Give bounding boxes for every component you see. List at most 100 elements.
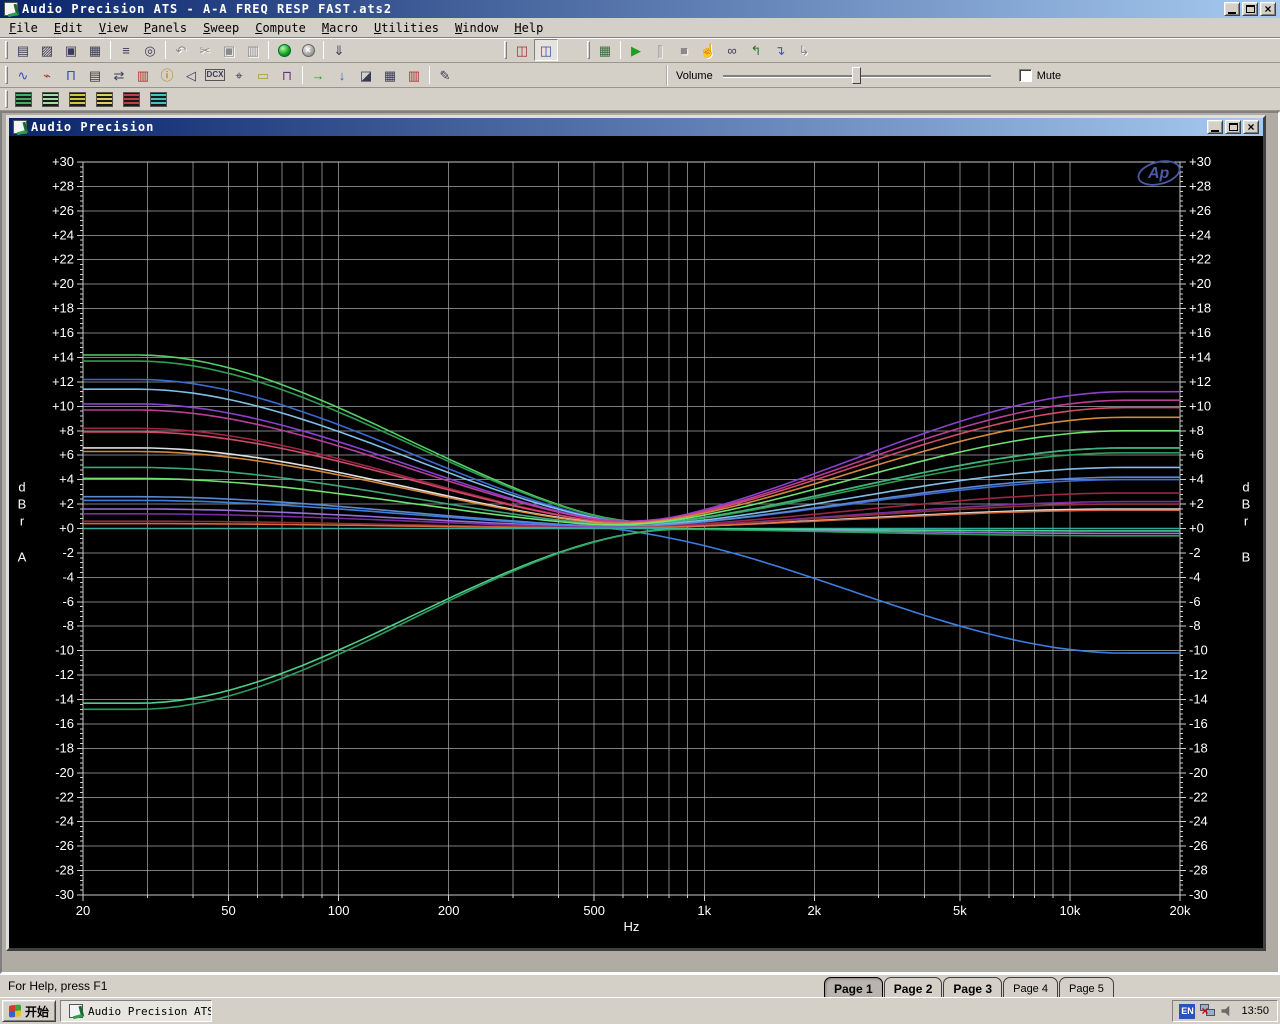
cut-button[interactable]: ✂	[193, 39, 217, 61]
maximize-icon[interactable]	[1242, 2, 1258, 16]
print-preview-button[interactable]: ◎	[138, 39, 162, 61]
y-tick-label-right: -4	[1189, 569, 1201, 584]
switcher-button[interactable]: ⌖	[227, 64, 251, 86]
regulate-1-button[interactable]: ↰	[744, 39, 768, 61]
menu-panels[interactable]: Panels	[137, 19, 194, 37]
menu-compute[interactable]: Compute	[248, 19, 313, 37]
workspace-5-button[interactable]	[119, 88, 143, 110]
graph-display-button[interactable]: ◪	[354, 64, 378, 86]
y-tick-label-right: +0	[1189, 521, 1204, 536]
network-offline-icon[interactable]: ×	[1200, 1004, 1216, 1018]
settling-button[interactable]: ▥	[131, 64, 155, 86]
stop-button[interactable]: ×	[296, 39, 320, 61]
y-tick-label-left: -6	[62, 594, 74, 609]
export-button[interactable]: ⇓	[327, 39, 351, 61]
y-tick-label-right: -30	[1189, 887, 1208, 902]
tab-page-3[interactable]: Page 3	[943, 977, 1003, 997]
speaker-monitor-button[interactable]: ◁	[179, 64, 203, 86]
paste-icon: ▥	[246, 42, 260, 58]
analog-generator-button[interactable]: ∿	[11, 64, 35, 86]
inner-titlebar[interactable]: Audio Precision ×	[9, 118, 1263, 136]
new-button[interactable]: ▤	[11, 39, 35, 61]
menu-help[interactable]: Help	[507, 19, 550, 37]
monitor-b-button[interactable]: ◫	[534, 39, 558, 61]
append-arrow-button[interactable]: ↓	[330, 64, 354, 86]
toolbar-gripper[interactable]	[5, 66, 8, 84]
data-editor-button[interactable]: ▦	[378, 64, 402, 86]
y-tick-label-right: -12	[1189, 667, 1208, 682]
analyzer-button[interactable]: ▤	[83, 64, 107, 86]
save-button[interactable]: ▣	[59, 39, 83, 61]
copy-button[interactable]: ▣	[217, 39, 241, 61]
dcx-panel-button[interactable]: DCX	[203, 64, 227, 86]
mute-label: Mute	[1036, 69, 1062, 82]
bar-graph-button[interactable]: ▥	[402, 64, 426, 86]
monitors-glasses-button[interactable]: ∞	[720, 39, 744, 61]
tab-page-1[interactable]: Page 1	[824, 977, 883, 997]
menu-view[interactable]: View	[92, 19, 135, 37]
paste-button[interactable]: ▥	[241, 39, 265, 61]
menu-edit[interactable]: Edit	[47, 19, 90, 37]
digital-analyzer-button[interactable]: ⊓	[275, 64, 299, 86]
menubar: File Edit View Panels Sweep Compute Macro Utili…	[0, 18, 1280, 38]
y-tick-label-right: +28	[1189, 178, 1211, 193]
pan-hand-button[interactable]: ☝	[696, 39, 720, 61]
menu-window[interactable]: Window	[448, 19, 505, 37]
language-indicator[interactable]: EN	[1179, 1003, 1196, 1019]
inner-minimize-icon[interactable]	[1207, 120, 1223, 134]
start-button[interactable]	[272, 39, 296, 61]
menu-utilities[interactable]: Utilities	[367, 19, 446, 37]
workspace-2-button[interactable]	[38, 88, 62, 110]
taskbar-task-button[interactable]: Audio Precision ATS...	[60, 1000, 213, 1022]
sweep-panel-button[interactable]: ▭	[251, 64, 275, 86]
regulate-2-button[interactable]: ↴	[768, 39, 792, 61]
tab-page-2[interactable]: Page 2	[883, 977, 943, 997]
y-tick-label-right: -16	[1189, 716, 1208, 731]
save-all-button[interactable]: ▦	[83, 39, 107, 61]
minimize-icon[interactable]	[1224, 2, 1240, 16]
regulate-3-button[interactable]: ↳	[792, 39, 816, 61]
undo-button[interactable]: ↶	[169, 39, 193, 61]
toolbar-gripper[interactable]	[587, 41, 590, 59]
workspace-4-button[interactable]	[92, 88, 116, 110]
sweep-stop-button[interactable]: ■	[672, 39, 696, 61]
menu-file[interactable]: File	[2, 19, 45, 37]
toolbar-gripper[interactable]	[5, 90, 8, 108]
digital-io-button[interactable]: ⇄	[107, 64, 131, 86]
workspace-3-button[interactable]	[65, 88, 89, 110]
monitors-glasses-icon: ∞	[727, 42, 737, 58]
volume-thumb[interactable]	[851, 67, 861, 84]
y-tick-label-left: +12	[52, 374, 74, 389]
monitor-a-button[interactable]: ◫	[510, 39, 534, 61]
panel-setup-button[interactable]: ▦	[593, 39, 617, 61]
speaker-icon[interactable]	[1221, 1005, 1230, 1017]
print-button[interactable]: ≡	[114, 39, 138, 61]
workspace-6-button[interactable]	[146, 88, 170, 110]
status-info-button[interactable]: ⓘ	[155, 64, 179, 86]
report-editor-button[interactable]: ✎	[433, 64, 457, 86]
wave-tool-button[interactable]: ⌁	[35, 64, 59, 86]
tab-page-4[interactable]: Page 4	[1003, 977, 1058, 997]
workspace-1-button[interactable]	[11, 88, 35, 110]
y-tick-label-left: +14	[52, 349, 74, 364]
y-tick-label-right: +10	[1189, 398, 1211, 413]
volume-slider[interactable]	[722, 66, 991, 85]
y-tick-label-right: +16	[1189, 325, 1211, 340]
menu-macro[interactable]: Macro	[315, 19, 365, 37]
toolbar-gripper[interactable]	[504, 41, 507, 59]
open-button[interactable]: ▨	[35, 39, 59, 61]
tab-page-5[interactable]: Page 5	[1058, 977, 1114, 997]
start-button[interactable]: 开始	[2, 1000, 57, 1022]
menu-sweep[interactable]: Sweep	[196, 19, 246, 37]
sweep-pause-button[interactable]: ∥	[648, 39, 672, 61]
mute-checkbox[interactable]	[1018, 69, 1032, 82]
close-icon[interactable]: ×	[1260, 2, 1276, 16]
inner-maximize-icon[interactable]	[1225, 120, 1241, 134]
monitor-b-icon: ◫	[539, 42, 553, 58]
toolbar-gripper[interactable]	[5, 41, 8, 59]
sweep-go-button[interactable]: ▶	[624, 39, 648, 61]
inner-close-icon[interactable]: ×	[1243, 120, 1259, 134]
undo-icon: ↶	[175, 42, 187, 58]
digital-generator-button[interactable]: Π	[59, 64, 83, 86]
go-arrow-button[interactable]: →	[306, 64, 330, 86]
